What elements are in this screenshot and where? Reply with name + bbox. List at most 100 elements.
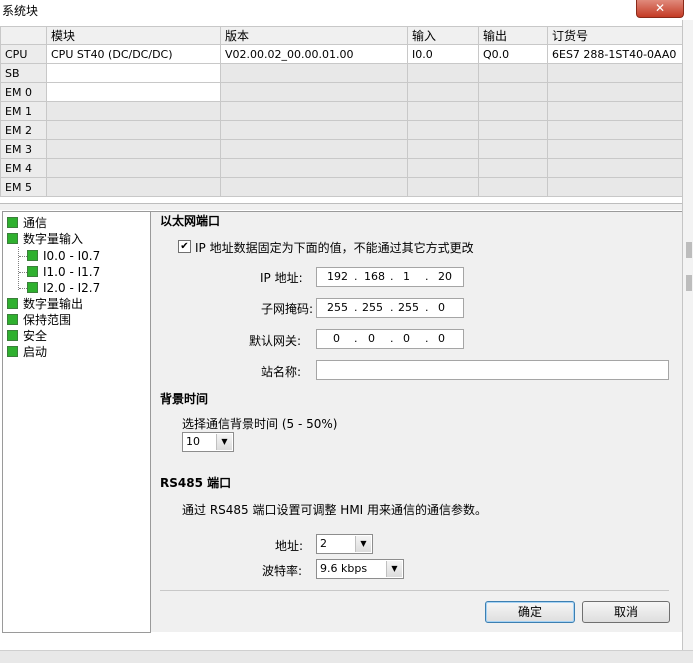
ip-address-field[interactable]: 192 . 168 . 1 . 20 bbox=[316, 267, 464, 287]
grid-row-em3[interactable]: EM 3 bbox=[0, 139, 683, 159]
version-cell bbox=[220, 101, 408, 121]
tree-item-digital-output[interactable]: 数字量输出 bbox=[7, 296, 83, 312]
baud-rate-select[interactable]: 9.6 kbps ▼ bbox=[316, 559, 404, 579]
ip-dot: . bbox=[354, 301, 358, 314]
ip-dot: . bbox=[354, 332, 358, 345]
address-select[interactable]: 2 ▼ bbox=[316, 534, 373, 554]
tree-item-i2[interactable]: I2.0 - I2.7 bbox=[27, 280, 100, 296]
background-time-select[interactable]: 10 ▼ bbox=[182, 432, 234, 452]
rs485-description: 通过 RS485 端口设置可调整 HMI 用来通信的通信参数。 bbox=[182, 503, 488, 517]
cancel-button[interactable]: 取消 bbox=[582, 601, 670, 623]
grid-row-cpu[interactable]: CPU CPU ST40 (DC/DC/DC) V02.00.02_00.00.… bbox=[0, 44, 683, 64]
node-icon bbox=[7, 314, 18, 325]
node-icon bbox=[27, 282, 38, 293]
fixed-ip-checkbox[interactable]: ✔ bbox=[178, 240, 191, 253]
gateway-octet-2: 0 bbox=[368, 332, 375, 345]
version-cell bbox=[220, 158, 408, 178]
module-cell[interactable] bbox=[46, 177, 221, 197]
grid-row-em2[interactable]: EM 2 bbox=[0, 120, 683, 140]
output-cell bbox=[478, 177, 548, 197]
tree-item-security[interactable]: 安全 bbox=[7, 328, 47, 344]
tree-item-label: I1.0 - I1.7 bbox=[43, 265, 101, 279]
grid-row-sb[interactable]: SB bbox=[0, 63, 683, 83]
pane-splitter[interactable] bbox=[0, 203, 682, 210]
tree-item-startup[interactable]: 启动 bbox=[7, 344, 47, 360]
subnet-octet-1: 255 bbox=[327, 301, 348, 314]
row-header: EM 3 bbox=[0, 139, 47, 159]
resize-grip bbox=[686, 242, 692, 258]
row-header: SB bbox=[0, 63, 47, 83]
ip-octet-3: 1 bbox=[403, 270, 410, 283]
grid-header-module: 模块 bbox=[46, 26, 221, 45]
order-number-cell: 6ES7 288-1ST40-0AA0 bbox=[547, 44, 683, 64]
tree-item-label: I2.0 - I2.7 bbox=[43, 281, 101, 295]
output-cell bbox=[478, 158, 548, 178]
chevron-down-icon[interactable]: ▼ bbox=[216, 434, 232, 450]
status-bar bbox=[0, 650, 693, 663]
node-icon bbox=[7, 217, 18, 228]
order-number-cell bbox=[547, 177, 683, 197]
row-header: EM 2 bbox=[0, 120, 47, 140]
module-cell[interactable] bbox=[46, 120, 221, 140]
checkmark-icon: ✔ bbox=[180, 241, 189, 252]
close-button[interactable]: ✕ bbox=[636, 0, 684, 18]
input-cell bbox=[407, 63, 479, 83]
ip-octet-4: 20 bbox=[438, 270, 452, 283]
node-icon bbox=[7, 346, 18, 357]
row-header: EM 1 bbox=[0, 101, 47, 121]
grid-header-order-number: 订货号 bbox=[547, 26, 683, 45]
input-cell bbox=[407, 82, 479, 102]
ip-dot: . bbox=[425, 332, 429, 345]
ip-dot: . bbox=[390, 301, 394, 314]
grid-header-output: 输出 bbox=[478, 26, 548, 45]
module-cell[interactable] bbox=[46, 82, 221, 102]
input-cell bbox=[407, 139, 479, 159]
default-gateway-field[interactable]: 0 . 0 . 0 . 0 bbox=[316, 329, 464, 349]
order-number-cell bbox=[547, 101, 683, 121]
grid-row-em1[interactable]: EM 1 bbox=[0, 101, 683, 121]
chevron-down-icon[interactable]: ▼ bbox=[355, 536, 371, 552]
background-time-heading: 背景时间 bbox=[160, 392, 209, 406]
version-cell bbox=[220, 139, 408, 159]
tree-item-i0[interactable]: I0.0 - I0.7 bbox=[27, 248, 100, 264]
grid-row-em5[interactable]: EM 5 bbox=[0, 177, 683, 197]
grid-row-em0[interactable]: EM 0 bbox=[0, 82, 683, 102]
module-cell[interactable]: CPU ST40 (DC/DC/DC) bbox=[46, 44, 221, 64]
order-number-cell bbox=[547, 82, 683, 102]
ip-dot: . bbox=[390, 270, 394, 283]
tree-item-digital-input[interactable]: 数字量输入 bbox=[7, 231, 83, 247]
module-cell[interactable] bbox=[46, 158, 221, 178]
fixed-ip-label: IP 地址数据固定为下面的值，不能通过其它方式更改 bbox=[195, 241, 474, 255]
row-header: EM 0 bbox=[0, 82, 47, 102]
subnet-mask-field[interactable]: 255 . 255 . 255 . 0 bbox=[316, 298, 464, 318]
node-icon bbox=[27, 266, 38, 277]
input-cell bbox=[407, 101, 479, 121]
tree-item-communication[interactable]: 通信 bbox=[7, 215, 47, 231]
background-time-label: 选择通信背景时间 (5 - 50%) bbox=[182, 417, 338, 431]
grid-row-em4[interactable]: EM 4 bbox=[0, 158, 683, 178]
version-cell bbox=[220, 82, 408, 102]
window-title: 系统块 bbox=[2, 4, 39, 18]
grid-header-input: 输入 bbox=[407, 26, 479, 45]
tree-guide-line bbox=[19, 272, 27, 273]
module-cell[interactable] bbox=[46, 63, 221, 83]
window-edge bbox=[682, 20, 693, 650]
gateway-octet-4: 0 bbox=[438, 332, 445, 345]
ethernet-heading: 以太网端口 bbox=[160, 214, 221, 228]
gateway-octet-1: 0 bbox=[333, 332, 340, 345]
order-number-cell bbox=[547, 158, 683, 178]
ip-dot: . bbox=[425, 301, 429, 314]
node-icon bbox=[27, 250, 38, 261]
chevron-down-icon[interactable]: ▼ bbox=[386, 561, 402, 577]
module-cell[interactable] bbox=[46, 101, 221, 121]
ip-dot: . bbox=[390, 332, 394, 345]
station-name-input[interactable] bbox=[316, 360, 669, 380]
tree-item-i1[interactable]: I1.0 - I1.7 bbox=[27, 264, 100, 280]
tree-guide-line bbox=[19, 256, 27, 257]
tree-item-retentive-ranges[interactable]: 保持范围 bbox=[7, 312, 71, 328]
module-cell[interactable] bbox=[46, 139, 221, 159]
tree-item-label: 数字量输出 bbox=[23, 297, 84, 311]
output-cell bbox=[478, 63, 548, 83]
ok-button[interactable]: 确定 bbox=[485, 601, 575, 623]
output-cell bbox=[478, 101, 548, 121]
